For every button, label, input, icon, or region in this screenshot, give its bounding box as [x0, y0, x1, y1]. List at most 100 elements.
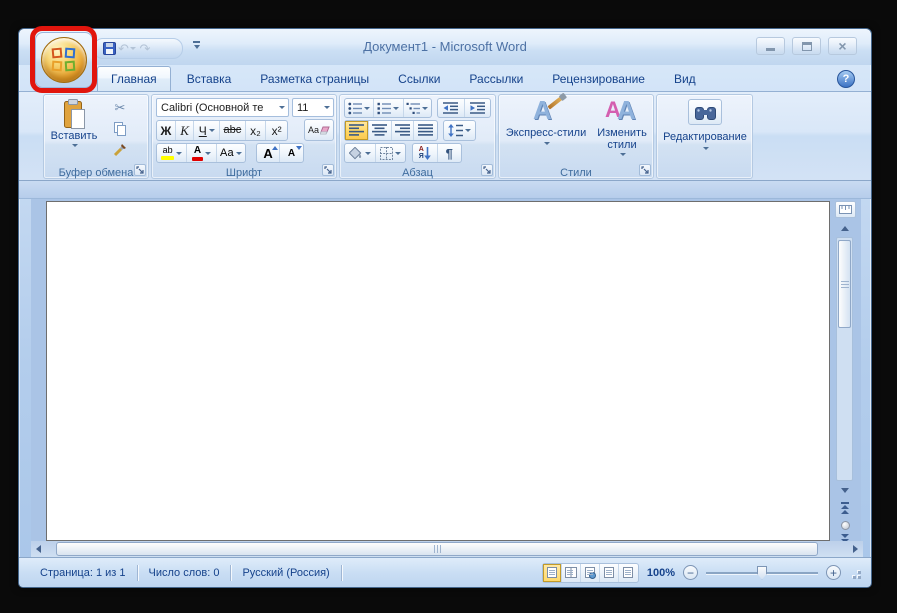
- decrease-indent-button[interactable]: [438, 99, 465, 117]
- window-title: Документ1 - Microsoft Word: [363, 39, 527, 54]
- zoom-out-button[interactable]: −: [683, 565, 698, 580]
- multilevel-list-button[interactable]: [404, 99, 431, 117]
- tab-vid[interactable]: Вид: [661, 68, 709, 91]
- increase-indent-icon: [469, 101, 485, 114]
- ribbon: Вставить ✂ Буфер обмена Calibri (Основно…: [19, 91, 871, 181]
- tab-vstavka[interactable]: Вставка: [174, 68, 245, 91]
- show-paragraph-marks-button[interactable]: ¶: [438, 144, 462, 162]
- strikethrough-button[interactable]: abc: [220, 121, 246, 140]
- group-label-font: Шрифт: [225, 167, 263, 179]
- draft-view-button[interactable]: [619, 564, 638, 582]
- grow-font-button[interactable]: А: [257, 144, 281, 162]
- group-editing: Редактирование: [656, 94, 753, 179]
- cut-button[interactable]: ✂: [106, 98, 134, 119]
- tab-razmetka-stranicy[interactable]: Разметка страницы: [247, 68, 382, 91]
- sort-button[interactable]: АЯ: [413, 144, 438, 162]
- zoom-level[interactable]: 100%: [647, 567, 675, 579]
- italic-button[interactable]: К: [176, 121, 195, 140]
- bullets-button[interactable]: [345, 99, 375, 117]
- align-left-button[interactable]: [345, 121, 369, 140]
- statusbar-right-cluster: 100% − +: [541, 562, 861, 583]
- borders-button[interactable]: [376, 144, 406, 162]
- clipboard-dialog-launcher[interactable]: [134, 164, 146, 176]
- group-label-styles: Стили: [560, 167, 592, 179]
- outline-view-button[interactable]: [600, 563, 619, 582]
- shrink-font-button[interactable]: А: [280, 144, 303, 162]
- styles-dialog-launcher[interactable]: [639, 164, 651, 176]
- sort-arrow-icon: [423, 146, 431, 160]
- align-left-icon: [348, 124, 364, 136]
- window-resize-grip[interactable]: [849, 567, 861, 579]
- close-button[interactable]: ×: [828, 37, 857, 55]
- help-button[interactable]: ?: [837, 70, 855, 88]
- paste-label: Вставить: [50, 130, 98, 142]
- font-name-combo[interactable]: Calibri (Основной те: [156, 98, 289, 117]
- editing-button[interactable]: Редактирование: [660, 97, 750, 163]
- bold-button[interactable]: Ж: [157, 121, 176, 140]
- select-browse-object-button[interactable]: [837, 518, 853, 532]
- scissors-icon: ✂: [114, 100, 126, 116]
- quick-styles-icon: A: [531, 96, 563, 127]
- previous-page-button[interactable]: [837, 501, 853, 515]
- align-center-button[interactable]: [369, 121, 392, 140]
- arrow-right-icon: [853, 545, 858, 553]
- scroll-right-button[interactable]: [848, 541, 863, 557]
- word-count[interactable]: Число слов: 0: [138, 559, 231, 587]
- zoom-in-button[interactable]: +: [826, 565, 841, 580]
- tab-glavnaya[interactable]: Главная: [97, 66, 171, 91]
- underline-button[interactable]: Ч: [194, 121, 221, 140]
- editing-label: Редактирование: [663, 131, 747, 143]
- minus-icon: −: [686, 565, 694, 580]
- font-size-combo[interactable]: 11: [292, 98, 334, 117]
- web-layout-view-button[interactable]: [581, 563, 600, 582]
- horizontal-scroll-thumb[interactable]: [56, 542, 818, 556]
- justify-button[interactable]: [414, 121, 437, 140]
- subscript-button[interactable]: x₂: [246, 121, 267, 140]
- change-styles-label: Изменить стили: [597, 127, 647, 151]
- group-paragraph: АЯ ¶ Абзац: [339, 94, 496, 179]
- document-page[interactable]: [46, 201, 830, 541]
- shading-button[interactable]: [345, 144, 376, 162]
- numbering-icon: [377, 102, 392, 114]
- font-dialog-launcher[interactable]: [322, 164, 334, 176]
- maximize-button[interactable]: [792, 37, 821, 55]
- scroll-left-button[interactable]: [31, 541, 46, 557]
- text-highlight-button[interactable]: ab: [157, 144, 188, 162]
- vertical-scroll-track[interactable]: [836, 237, 853, 481]
- change-styles-button[interactable]: A A Изменить стили: [592, 97, 652, 163]
- scroll-down-button[interactable]: [836, 483, 853, 497]
- eraser-icon: [320, 126, 330, 134]
- align-right-button[interactable]: [392, 121, 415, 140]
- vertical-scroll-thumb[interactable]: [838, 240, 851, 328]
- underline-dropdown-arrow: [208, 129, 215, 132]
- change-styles-icon: A A: [605, 95, 636, 125]
- increase-indent-button[interactable]: [465, 99, 491, 117]
- full-screen-reading-view-button[interactable]: [562, 563, 581, 582]
- page-indicator[interactable]: Страница: 1 из 1: [29, 559, 137, 587]
- paragraph-dialog-launcher[interactable]: [481, 164, 493, 176]
- format-painter-button[interactable]: [106, 139, 134, 160]
- horizontal-scroll-track[interactable]: [46, 542, 848, 556]
- scroll-up-button[interactable]: [836, 221, 853, 235]
- minimize-button[interactable]: [756, 37, 785, 55]
- change-case-button[interactable]: Аа: [217, 144, 245, 162]
- vertical-scrollbar: [832, 199, 859, 546]
- language-indicator[interactable]: Русский (Россия): [231, 559, 340, 587]
- clear-formatting-button[interactable]: Аа: [304, 119, 334, 141]
- find-icon-frame: [688, 99, 722, 125]
- numbering-button[interactable]: [374, 99, 404, 117]
- quick-styles-button[interactable]: A Экспресс-стили: [502, 96, 590, 163]
- font-color-button[interactable]: А: [187, 144, 217, 162]
- ruler-toggle-button[interactable]: [835, 201, 856, 218]
- zoom-slider-thumb[interactable]: [757, 565, 767, 580]
- copy-button[interactable]: [106, 119, 134, 140]
- print-layout-view-button[interactable]: [542, 563, 562, 582]
- tab-rassylki[interactable]: Рассылки: [456, 68, 536, 91]
- print-layout-icon: [546, 567, 557, 578]
- line-spacing-button[interactable]: [443, 120, 476, 141]
- paste-button[interactable]: Вставить: [48, 97, 100, 163]
- superscript-button[interactable]: x²: [266, 121, 287, 140]
- tab-recenzirovanie[interactable]: Рецензирование: [539, 68, 658, 91]
- zoom-slider[interactable]: [706, 565, 818, 580]
- tab-ssylki[interactable]: Ссылки: [385, 68, 453, 91]
